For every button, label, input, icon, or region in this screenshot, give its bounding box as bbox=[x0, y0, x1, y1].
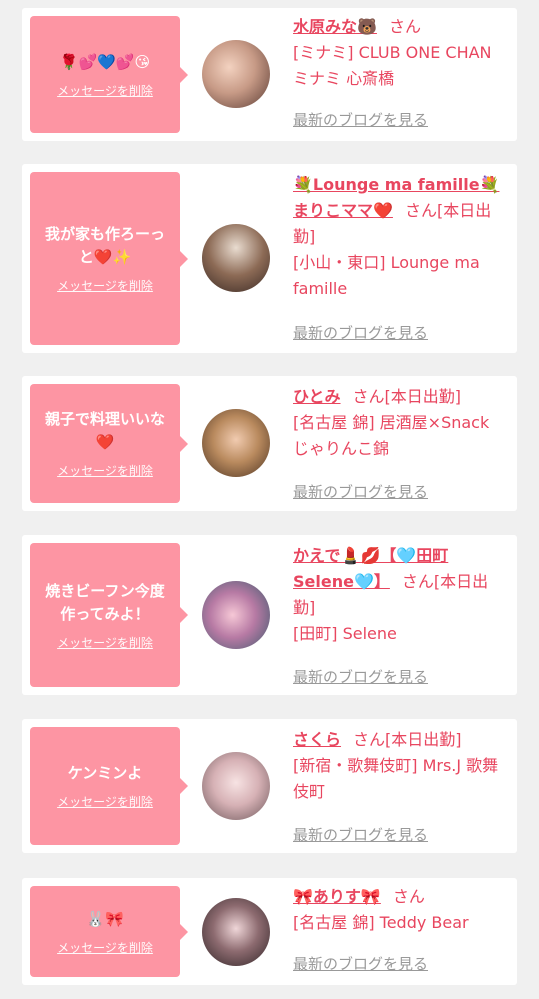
profile-info: 水原みな🐻 さん [ミナミ] CLUB ONE CHAN ミナミ 心斎橋 bbox=[293, 14, 505, 92]
profile-name-link[interactable]: ひとみ bbox=[293, 387, 341, 406]
message-text: 🐰🎀 bbox=[86, 909, 124, 928]
delete-message-link[interactable]: メッセージを削除 bbox=[57, 634, 153, 651]
shop-area: [ミナミ] CLUB ONE CHAN ミナミ 心斎橋 bbox=[293, 43, 492, 88]
message-card: 🐰🎀 メッセージを削除 🎀ありす🎀 さん [名古屋 錦] Teddy Bear 最… bbox=[22, 878, 517, 985]
latest-blog-link[interactable]: 最新のブログを見る bbox=[293, 109, 428, 130]
delete-message-link[interactable]: メッセージを削除 bbox=[57, 277, 153, 294]
profile-info: 💐Lounge ma famille💐まりこママ❤️ さん[本日出勤] [小山・東… bbox=[293, 172, 505, 302]
message-bubble: 我が家も作ろーっと❤️✨ メッセージを削除 bbox=[30, 172, 188, 345]
delete-message-link[interactable]: メッセージを削除 bbox=[57, 82, 153, 99]
delete-message-link[interactable]: メッセージを削除 bbox=[57, 793, 153, 810]
honorific-label: さん bbox=[388, 17, 421, 36]
shop-area: [名古屋 錦] 居酒屋×Snack じゃりんこ錦 bbox=[293, 413, 490, 458]
shop-area: [田町] Selene bbox=[293, 624, 397, 643]
latest-blog-link[interactable]: 最新のブログを見る bbox=[293, 666, 428, 687]
delete-message-link[interactable]: メッセージを削除 bbox=[57, 462, 153, 479]
shift-status: [本日出勤] bbox=[385, 730, 462, 749]
honorific-label: さん bbox=[392, 887, 425, 906]
delete-message-link[interactable]: メッセージを削除 bbox=[57, 939, 153, 956]
profile-info: さくら さん[本日出勤] [新宿・歌舞伎町] Mrs.J 歌舞伎町 bbox=[293, 727, 505, 805]
latest-blog-link[interactable]: 最新のブログを見る bbox=[293, 824, 428, 845]
message-text: 我が家も作ろーっと❤️✨ bbox=[44, 225, 165, 266]
message-bubble: 🌹💕💙💕😘 メッセージを削除 bbox=[30, 16, 188, 133]
shop-area: [小山・東口] Lounge ma famille bbox=[293, 253, 480, 298]
profile-info: かえで💄💋【🩵田町Selene🩵】 さん[本日出勤] [田町] Selene bbox=[293, 543, 505, 647]
avatar[interactable] bbox=[202, 409, 270, 477]
honorific-label: さん bbox=[404, 201, 437, 220]
latest-blog-link[interactable]: 最新のブログを見る bbox=[293, 481, 428, 502]
shop-area: [新宿・歌舞伎町] Mrs.J 歌舞伎町 bbox=[293, 756, 499, 801]
message-card: 我が家も作ろーっと❤️✨ メッセージを削除 💐Lounge ma famille… bbox=[22, 164, 517, 353]
message-bubble: 親子で料理いいな❤️ メッセージを削除 bbox=[30, 384, 188, 503]
message-card: 親子で料理いいな❤️ メッセージを削除 ひとみ さん[本日出勤] [名古屋 錦] … bbox=[22, 376, 517, 511]
message-bubble: 焼きビーフン今度作ってみよ！ メッセージを削除 bbox=[30, 543, 188, 687]
honorific-label: さん bbox=[401, 572, 434, 591]
avatar[interactable] bbox=[202, 40, 270, 108]
message-card: ケンミンよ メッセージを削除 さくら さん[本日出勤] [新宿・歌舞伎町] Mrs… bbox=[22, 719, 517, 853]
honorific-label: さん bbox=[352, 387, 385, 406]
message-text: 🌹💕💙💕😘 bbox=[59, 52, 151, 71]
message-text: ケンミンよ bbox=[67, 764, 143, 782]
honorific-label: さん bbox=[353, 730, 386, 749]
latest-blog-link[interactable]: 最新のブログを見る bbox=[293, 953, 428, 974]
shift-status: [本日出勤] bbox=[384, 387, 462, 406]
avatar[interactable] bbox=[202, 581, 270, 649]
message-text: 焼きビーフン今度作ってみよ！ bbox=[45, 581, 165, 623]
profile-name-link[interactable]: 水原みな🐻 bbox=[293, 17, 377, 36]
message-bubble: 🐰🎀 メッセージを削除 bbox=[30, 886, 188, 977]
message-text: 親子で料理いいな❤️ bbox=[44, 410, 165, 451]
profile-name-link[interactable]: さくら bbox=[293, 730, 341, 749]
profile-info: ひとみ さん[本日出勤] [名古屋 錦] 居酒屋×Snack じゃりんこ錦 bbox=[293, 384, 505, 462]
message-bubble: ケンミンよ メッセージを削除 bbox=[30, 727, 188, 845]
avatar[interactable] bbox=[202, 752, 270, 820]
shop-area: [名古屋 錦] Teddy Bear bbox=[293, 913, 469, 932]
message-card: 焼きビーフン今度作ってみよ！ メッセージを削除 かえで💄💋【🩵田町Selene🩵… bbox=[22, 535, 517, 695]
avatar[interactable] bbox=[202, 224, 270, 292]
message-card: 🌹💕💙💕😘 メッセージを削除 水原みな🐻 さん [ミナミ] CLUB ONE CH… bbox=[22, 8, 517, 141]
profile-info: 🎀ありす🎀 さん [名古屋 錦] Teddy Bear bbox=[293, 884, 505, 936]
latest-blog-link[interactable]: 最新のブログを見る bbox=[293, 322, 428, 343]
profile-name-link[interactable]: 🎀ありす🎀 bbox=[293, 887, 381, 906]
avatar[interactable] bbox=[202, 898, 270, 966]
